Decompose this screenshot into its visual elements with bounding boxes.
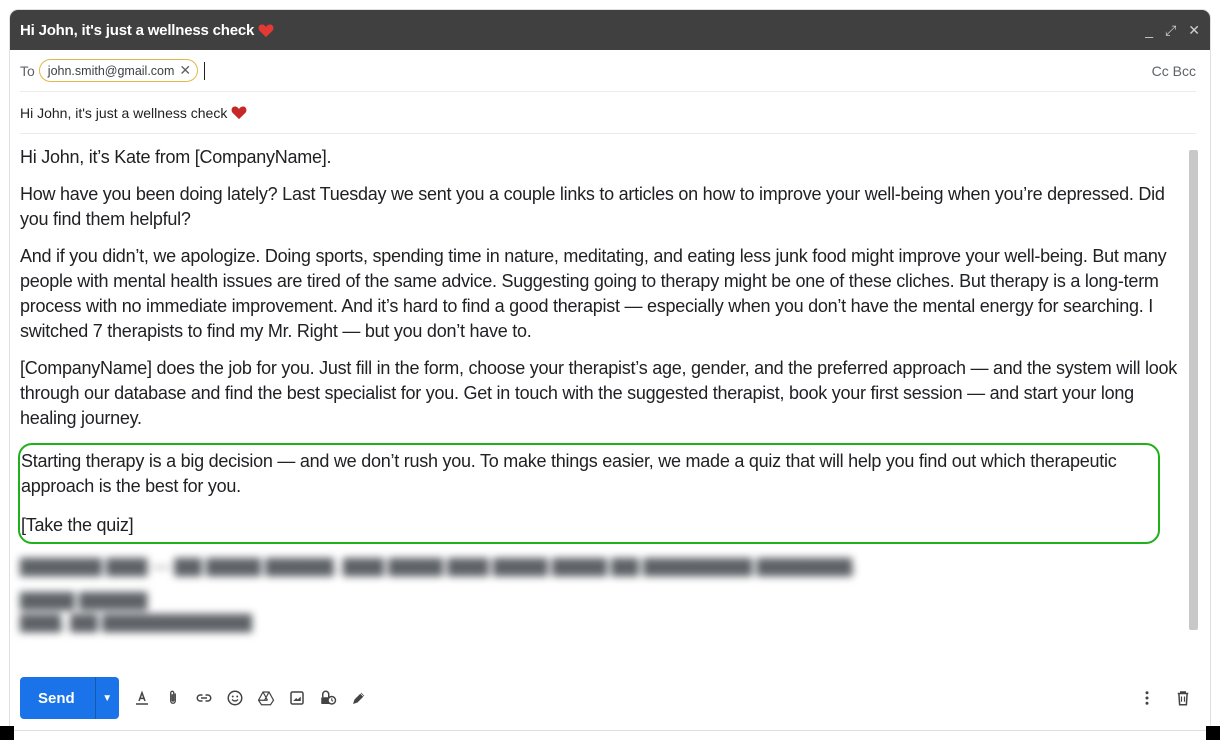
body-paragraph-2: And if you didn’t, we apologize. Doing s… [20, 246, 1167, 341]
emoji-icon[interactable] [224, 687, 246, 709]
close-icon[interactable]: ✕ [1188, 23, 1200, 37]
quiz-cta[interactable]: [Take the quiz] [21, 513, 1158, 538]
google-drive-icon[interactable] [255, 687, 277, 709]
compose-title-text: Hi John, it's just a wellness check [20, 21, 255, 39]
cc-link[interactable]: Cc [1152, 63, 1169, 79]
compose-title: Hi John, it's just a wellness check [20, 22, 274, 39]
recipient-chip[interactable]: john.smith@gmail.com ✕ [38, 59, 199, 82]
send-options-button[interactable]: ▼ [94, 677, 119, 719]
subject-field[interactable]: Hi John, it's just a wellness check [20, 92, 1196, 134]
highlighted-section: Starting therapy is a big decision — and… [18, 443, 1160, 544]
formatting-options-icon[interactable] [131, 687, 153, 709]
body-paragraph-3: [CompanyName] does the job for you. Just… [20, 358, 1178, 428]
to-row[interactable]: To john.smith@gmail.com ✕ Cc Bcc [20, 50, 1196, 92]
body-paragraph-1: How have you been doing lately? Last Tue… [20, 184, 1165, 229]
window-corner-right [1206, 726, 1220, 740]
remove-recipient-icon[interactable]: ✕ [179, 62, 191, 79]
discard-draft-icon[interactable] [1172, 687, 1194, 709]
confidential-mode-icon[interactable] [317, 687, 339, 709]
body-scrollbar[interactable] [1189, 150, 1198, 630]
signature-pen-icon[interactable] [348, 687, 370, 709]
minimize-icon[interactable]: _ [1145, 23, 1153, 37]
to-label: To [20, 62, 35, 79]
more-options-icon[interactable] [1136, 687, 1158, 709]
compose-toolbar: Send ▼ [20, 676, 1200, 720]
compose-window: Hi John, it's just a wellness check _ ⤢ … [10, 10, 1210, 730]
heart-icon [258, 24, 274, 37]
bcc-link[interactable]: Bcc [1173, 63, 1196, 79]
compose-titlebar[interactable]: Hi John, it's just a wellness check _ ⤢ … [10, 10, 1210, 50]
text-caret [204, 61, 206, 80]
body-greeting: Hi John, it’s Kate from [CompanyName]. [20, 147, 332, 167]
heart-icon [231, 106, 247, 120]
recipient-email: john.smith@gmail.com [47, 63, 175, 78]
attach-file-icon[interactable] [162, 687, 184, 709]
send-button-group: Send ▼ [20, 677, 119, 719]
send-button[interactable]: Send [20, 677, 95, 719]
body-paragraph-quiz: Starting therapy is a big decision — and… [21, 451, 1117, 496]
insert-photo-icon[interactable] [286, 687, 308, 709]
insert-link-icon[interactable] [193, 687, 215, 709]
message-body[interactable]: Hi John, it’s Kate from [CompanyName]. H… [18, 145, 1180, 670]
window-corner-left [0, 726, 14, 740]
fullscreen-icon[interactable]: ⤢ [1165, 23, 1176, 37]
cc-bcc-links: Cc Bcc [1152, 63, 1196, 79]
blurred-signature: ▇▇▇▇▇▇ ▇▇▇ — ▇▇ ▇▇▇▇ ▇▇▇▇▇. ▇▇▇ ▇▇▇▇ ▇▇▇… [20, 556, 857, 632]
subject-text: Hi John, it's just a wellness check [20, 104, 228, 121]
